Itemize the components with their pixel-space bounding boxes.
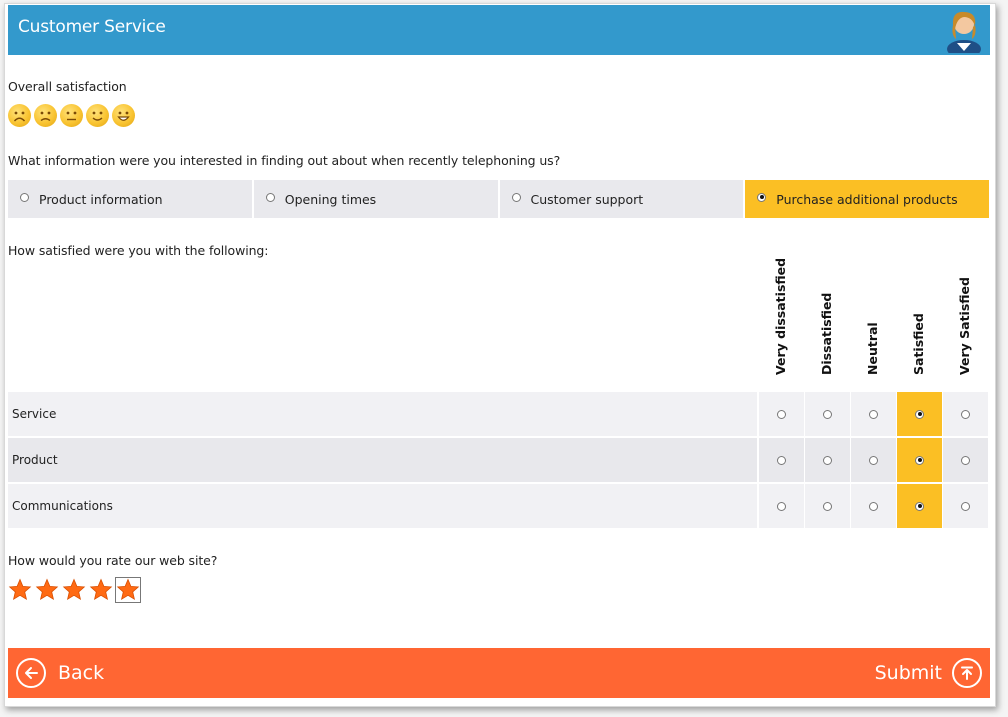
- option-label: Product information: [39, 191, 163, 207]
- cell-neutral[interactable]: [851, 392, 896, 436]
- back-label: Back: [58, 662, 105, 684]
- cell-very-satisfied[interactable]: [943, 438, 988, 482]
- cell-satisfied[interactable]: [897, 392, 942, 436]
- app-header: Customer Service: [8, 5, 990, 55]
- cell-very-dissatisfied[interactable]: [759, 484, 804, 528]
- matrix-row-product: Product: [8, 438, 989, 482]
- option-product-information[interactable]: Product information: [8, 180, 254, 218]
- sad-face-icon[interactable]: [34, 104, 57, 127]
- col-header-satisfied: Satisfied: [911, 313, 926, 375]
- radio-icon[interactable]: [823, 501, 832, 511]
- option-label: Purchase additional products: [776, 191, 958, 207]
- row-label: Communications: [8, 484, 757, 528]
- option-opening-times[interactable]: Opening times: [254, 180, 500, 218]
- cell-dissatisfied[interactable]: [805, 484, 850, 528]
- radio-icon[interactable]: [823, 409, 832, 419]
- radio-selected-icon[interactable]: [915, 409, 924, 419]
- matrix-row-service: Service: [8, 392, 989, 436]
- cell-neutral[interactable]: [851, 438, 896, 482]
- radio-icon[interactable]: [869, 501, 878, 511]
- star-icon[interactable]: [115, 577, 141, 603]
- radio-icon[interactable]: [823, 455, 832, 465]
- radio-icon[interactable]: [20, 192, 29, 202]
- grin-face-icon[interactable]: [112, 104, 135, 127]
- star-icon[interactable]: [8, 578, 32, 602]
- upload-arrow-circle-icon: [952, 658, 982, 688]
- radio-icon[interactable]: [961, 501, 970, 511]
- radio-icon[interactable]: [777, 501, 786, 511]
- radio-selected-icon[interactable]: [915, 455, 924, 465]
- option-label: Opening times: [284, 191, 377, 207]
- cell-very-dissatisfied[interactable]: [759, 438, 804, 482]
- info-question-label: What information were you interested in …: [8, 153, 561, 168]
- matrix-question-label: How satisfied were you with the followin…: [8, 243, 269, 258]
- star-rating[interactable]: [8, 577, 141, 603]
- app-footer: Back Submit: [8, 648, 990, 698]
- cell-dissatisfied[interactable]: [805, 438, 850, 482]
- cell-neutral[interactable]: [851, 484, 896, 528]
- page-title: Customer Service: [18, 17, 166, 37]
- very-sad-face-icon[interactable]: [8, 104, 31, 127]
- star-icon[interactable]: [35, 578, 59, 602]
- neutral-face-icon[interactable]: [60, 104, 83, 127]
- radio-selected-icon[interactable]: [757, 192, 767, 202]
- option-purchase-additional-products[interactable]: Purchase additional products: [745, 180, 989, 218]
- smile-face-icon[interactable]: [86, 104, 109, 127]
- radio-icon[interactable]: [961, 455, 970, 465]
- cell-dissatisfied[interactable]: [805, 392, 850, 436]
- smiley-rating[interactable]: [8, 104, 135, 127]
- cell-very-satisfied[interactable]: [943, 392, 988, 436]
- star-icon[interactable]: [62, 578, 86, 602]
- col-header-dissatisfied: Dissatisfied: [819, 292, 834, 375]
- radio-icon[interactable]: [777, 409, 786, 419]
- radio-icon[interactable]: [869, 409, 878, 419]
- option-label: Customer support: [530, 191, 644, 207]
- cell-very-satisfied[interactable]: [943, 484, 988, 528]
- user-avatar-icon: [947, 11, 981, 53]
- cell-satisfied[interactable]: [897, 484, 942, 528]
- radio-selected-icon[interactable]: [915, 501, 924, 511]
- submit-label: Submit: [874, 662, 942, 684]
- col-header-neutral: Neutral: [865, 322, 880, 375]
- submit-button[interactable]: Submit: [875, 658, 982, 688]
- radio-icon[interactable]: [265, 192, 275, 202]
- radio-icon[interactable]: [961, 409, 970, 419]
- info-options: Product information Opening times Custom…: [8, 180, 989, 218]
- option-customer-support[interactable]: Customer support: [500, 180, 746, 218]
- radio-icon[interactable]: [777, 455, 786, 465]
- overall-satisfaction-label: Overall satisfaction: [8, 79, 127, 94]
- row-label: Service: [8, 392, 757, 436]
- radio-icon[interactable]: [869, 455, 878, 465]
- col-header-very-dissatisfied: Very dissatisfied: [773, 257, 788, 375]
- cell-very-dissatisfied[interactable]: [759, 392, 804, 436]
- back-button[interactable]: Back: [16, 658, 104, 688]
- row-label: Product: [8, 438, 757, 482]
- matrix-row-communications: Communications: [8, 484, 989, 528]
- radio-icon[interactable]: [511, 192, 521, 202]
- col-header-very-satisfied: Very Satisfied: [957, 277, 972, 375]
- cell-satisfied[interactable]: [897, 438, 942, 482]
- arrow-left-circle-icon: [16, 658, 46, 688]
- star-icon[interactable]: [89, 578, 113, 602]
- website-rating-label: How would you rate our web site?: [8, 553, 218, 568]
